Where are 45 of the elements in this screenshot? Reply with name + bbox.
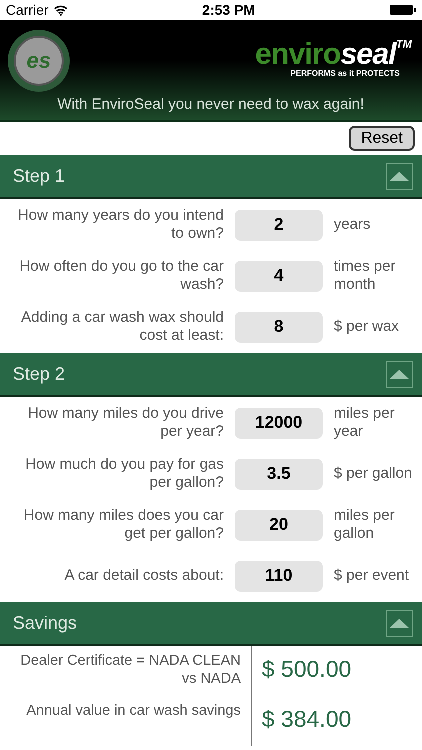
unit-label: miles per gallon [334,507,396,543]
unit-label: $ per wax [334,318,400,336]
question-label: How many miles do you drive per year? [27,405,224,441]
brand-name: seal [340,40,396,70]
question-label: How many miles does you car get per gallon? [22,507,224,543]
triangle-up-icon [390,618,409,628]
section-title: Step 1 [13,164,66,188]
logo-text: es [14,36,64,86]
triangle-up-icon [390,370,409,378]
brand-tagline: PERFORMS as it PROTECTS [290,70,400,78]
battery-icon [390,5,416,15]
reset-button[interactable]: Reset [349,126,415,151]
unit-label: years [334,216,372,234]
number-field[interactable]: 8 [235,312,323,342]
clock-label: 2:53 PM [202,0,256,20]
question-label: How many years do you intend to own? [17,207,224,243]
question-label: How often do you go to the car wash? [18,258,224,294]
number-field[interactable]: 3.5 [235,458,323,490]
section-title: Savings [13,612,78,635]
unit-label: $ per event [334,567,410,585]
savings-amount: $ 384.00 [262,705,353,734]
carrier-label: Carrier [6,0,49,20]
slogan-text: With EnviroSeal you never need to wax again! [56,95,366,115]
number-field[interactable]: 2 [235,210,323,240]
brand-name: enviro [255,40,341,70]
unit-label: miles per year [334,405,396,441]
question-label: A car detail costs about: [64,567,224,585]
question-label: How much do you pay for gas per gallon? [24,456,224,492]
unit-label: $ per gallon [334,465,414,483]
collapse-button[interactable] [386,610,413,636]
trademark-label: TM [396,40,412,51]
unit-label: times per month [334,258,397,294]
wifi-icon [54,4,68,16]
savings-label: Dealer Certificate = NADA CLEAN vs NADA [20,652,241,689]
savings-label: Annual value in car wash savings [26,702,241,721]
number-field[interactable]: 110 [235,560,323,592]
section-title: Step 2 [13,362,66,386]
savings-amount: $ 500.00 [262,655,353,684]
number-field[interactable]: 4 [235,260,323,292]
number-field[interactable]: 20 [235,510,323,540]
collapse-button[interactable] [386,360,413,388]
collapse-button[interactable] [386,162,413,190]
question-label: Adding a car wash wax should cost at least: [20,309,224,345]
triangle-up-icon [390,172,409,180]
number-field[interactable]: 12000 [235,408,323,438]
